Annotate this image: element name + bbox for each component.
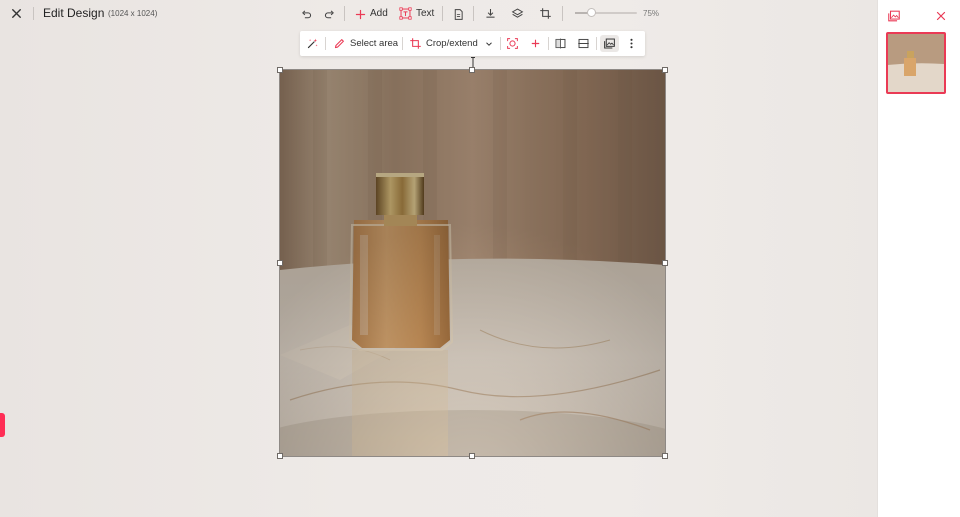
gallery-icon — [888, 10, 900, 22]
plus-icon — [531, 39, 540, 48]
perfume-bottle-photo — [280, 70, 665, 456]
close-icon — [936, 11, 946, 21]
more-options-button[interactable] — [625, 36, 638, 51]
flip-horizontal-button[interactable] — [554, 36, 567, 51]
image-stack-icon — [604, 38, 615, 49]
resize-handle-bottom-left[interactable] — [277, 453, 283, 459]
divider — [33, 7, 34, 20]
gallery-button[interactable] — [887, 9, 901, 23]
magic-wand-icon — [307, 38, 318, 49]
resize-handle-top[interactable] — [469, 67, 475, 73]
plus-icon — [355, 9, 365, 19]
text-label[interactable]: Text — [416, 8, 434, 19]
undo-icon — [301, 9, 311, 18]
page-settings-button[interactable] — [451, 7, 465, 21]
download-icon — [485, 8, 495, 18]
image-toolbar: Select area Crop/extend — [300, 31, 645, 56]
text-frame-icon — [398, 6, 412, 20]
chevron-down-icon — [486, 41, 492, 46]
top-bar: Edit Design (1024 x 1024) Add Text 75% — [0, 0, 877, 28]
page-icon — [454, 8, 463, 20]
divider — [548, 37, 549, 50]
divider — [596, 37, 597, 50]
zoom-level: 75% — [643, 9, 660, 18]
crop-extend-button[interactable]: Crop/extend — [409, 36, 478, 51]
redo-button[interactable] — [322, 7, 336, 21]
divider — [402, 37, 403, 50]
close-icon — [12, 9, 21, 18]
resize-handle-left[interactable] — [277, 260, 283, 266]
pencil-icon — [334, 39, 344, 49]
more-vertical-icon — [630, 38, 633, 49]
select-area-label: Select area — [350, 38, 399, 49]
undo-button[interactable] — [299, 7, 313, 21]
close-panel-button[interactable] — [934, 9, 948, 23]
flip-vertical-button[interactable] — [577, 36, 590, 51]
resize-handle-top-left[interactable] — [277, 67, 283, 73]
add-button[interactable] — [353, 7, 367, 21]
divider — [500, 37, 501, 50]
magic-edit-button[interactable] — [306, 36, 319, 51]
divider — [325, 37, 326, 50]
crop-icon — [539, 7, 551, 19]
flip-horizontal-icon — [555, 38, 566, 49]
image-variations-button[interactable] — [600, 35, 619, 52]
add-element-button[interactable] — [529, 36, 542, 51]
side-panel-tab[interactable] — [0, 413, 5, 437]
select-area-button[interactable]: Select area — [333, 36, 398, 51]
face-scan-icon — [507, 38, 518, 49]
image-thumbnail[interactable] — [886, 32, 946, 94]
resize-handle-right[interactable] — [662, 260, 668, 266]
add-label[interactable]: Add — [370, 8, 388, 19]
close-button[interactable] — [9, 6, 24, 21]
divider — [473, 6, 474, 21]
divider — [562, 6, 563, 21]
divider — [344, 6, 345, 21]
crop-button[interactable] — [538, 6, 552, 20]
crop-options-dropdown[interactable] — [484, 36, 494, 51]
zoom-slider[interactable] — [575, 12, 637, 14]
layers-icon — [511, 7, 523, 18]
image-dimensions: (1024 x 1024) — [108, 9, 158, 18]
resize-handle-bottom-right[interactable] — [662, 453, 668, 459]
design-image[interactable] — [279, 69, 666, 457]
resize-handle-top-right[interactable] — [662, 67, 668, 73]
resize-handle-bottom[interactable] — [469, 453, 475, 459]
thumbnail-photo — [888, 34, 944, 92]
redo-icon — [324, 9, 334, 18]
divider — [442, 6, 443, 21]
page-title: Edit Design — [43, 6, 105, 20]
crop-icon — [410, 38, 421, 49]
flip-vertical-icon — [578, 38, 589, 49]
detect-subject-button[interactable] — [506, 36, 519, 51]
zoom-slider-handle[interactable] — [587, 8, 596, 17]
download-button[interactable] — [483, 6, 497, 20]
text-button[interactable] — [398, 6, 412, 20]
layers-button[interactable] — [510, 6, 524, 20]
crop-extend-label: Crop/extend — [426, 38, 478, 49]
